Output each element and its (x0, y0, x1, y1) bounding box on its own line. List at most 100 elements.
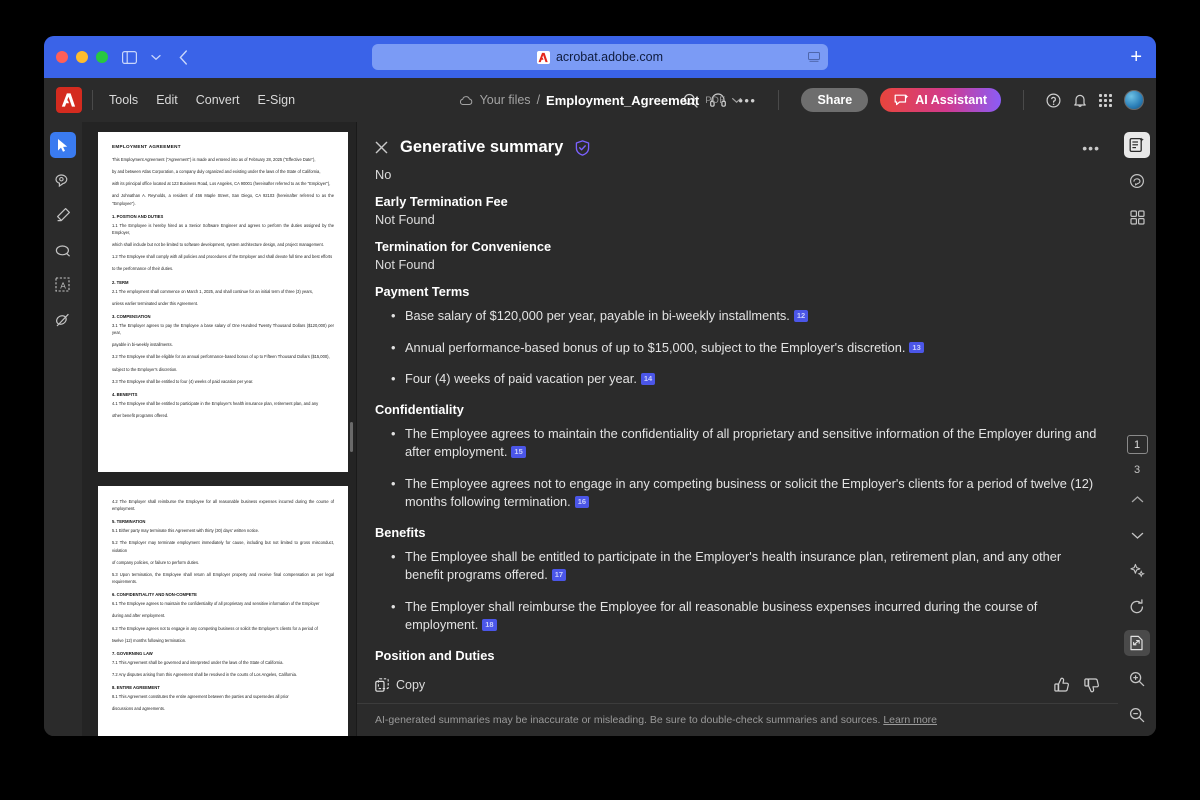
menu-item-tools[interactable]: Tools (109, 93, 138, 107)
document-line: to the performance of their duties. (112, 266, 174, 272)
breadcrumb-root[interactable]: Your files (480, 93, 531, 107)
citation-badge[interactable]: 14 (640, 373, 656, 385)
list-item: The Employee agrees not to engage in any… (375, 475, 1100, 512)
summary-disclaimer: AI-generated summaries may be inaccurate… (357, 703, 1118, 736)
browser-window: acrobat.adobe.com + Tools Edit Convert E… (44, 36, 1156, 736)
document-pane[interactable]: EMPLOYMENT AGREEMENT This Employment Agr… (82, 122, 356, 736)
left-tool-rail: A (44, 122, 82, 736)
current-page-input[interactable]: 1 (1126, 435, 1148, 454)
app-grid-icon[interactable] (1099, 93, 1112, 107)
thumbs-up-icon[interactable] (1054, 677, 1070, 693)
reader-view-icon[interactable] (808, 51, 820, 63)
document-page-1[interactable]: EMPLOYMENT AGREEMENT This Employment Agr… (98, 132, 348, 472)
summary-more-options-icon[interactable]: ••• (1082, 140, 1100, 156)
document-paragraph: and Johnathan A. Reynolds, a resident of… (112, 193, 334, 206)
ai-chat-icon[interactable] (1124, 168, 1150, 194)
chevron-down-icon[interactable] (731, 97, 742, 104)
rotate-icon[interactable] (1124, 594, 1150, 620)
document-line: subject to the Employer's discretion. (112, 366, 178, 372)
citation-badge[interactable]: 18 (482, 619, 497, 632)
thumbs-down-icon[interactable] (1084, 677, 1100, 693)
help-circle-icon[interactable] (1046, 92, 1061, 108)
draw-tool[interactable] (50, 237, 76, 263)
menu-item-convert[interactable]: Convert (196, 93, 240, 107)
fit-page-icon[interactable] (1124, 630, 1150, 656)
zoom-in-icon[interactable] (1124, 666, 1150, 692)
summary-section-label: Payment Terms (375, 284, 470, 299)
menu-item-edit[interactable]: Edit (156, 93, 178, 107)
document-line: which shall include but not be limited t… (112, 242, 324, 248)
toolbar-divider (92, 90, 93, 110)
highlight-tool[interactable] (50, 202, 76, 228)
document-line: 6.2 The Employee agrees not to engage in… (112, 625, 318, 631)
select-tool[interactable] (50, 132, 76, 158)
close-icon[interactable] (375, 141, 388, 154)
document-line: 3.3 The Employee shall be entitled to fo… (112, 378, 254, 384)
user-avatar[interactable] (1124, 90, 1144, 110)
document-line: during and after employment. (112, 613, 166, 619)
list-item: The Employer shall reimburse the Employe… (375, 598, 1100, 635)
document-line: 2.1 The employment shall commence on Mar… (112, 288, 314, 294)
chevron-down-icon[interactable] (1124, 522, 1150, 548)
copy-icon (375, 678, 389, 692)
address-bar-text: acrobat.adobe.com (555, 50, 663, 64)
toolbar-divider-3 (1023, 90, 1024, 110)
app-menu: Tools Edit Convert E-Sign (109, 93, 295, 107)
all-tools-grid-icon[interactable] (1124, 204, 1150, 230)
breadcrumb: Your files / Employment_Agreement PDF (459, 93, 742, 108)
citation-badge[interactable]: 17 (551, 569, 567, 582)
summary-orphan-value: No (375, 167, 392, 182)
feedback-controls (1054, 677, 1100, 693)
document-page-2[interactable]: 4.2 The Employer shall reimburse the Emp… (98, 486, 348, 736)
benefits-list: The Employee shall be entitled to partic… (375, 548, 1100, 635)
citation-badge[interactable]: 16 (574, 496, 590, 509)
document-paragraph: with its principal office located at 123… (112, 181, 331, 187)
list-item-text: Four (4) weeks of paid vacation per year… (405, 371, 637, 387)
minimize-window-button[interactable] (76, 51, 88, 63)
address-bar[interactable]: acrobat.adobe.com (372, 44, 828, 70)
summary-section-label: Early Termination Fee (375, 194, 508, 209)
summary-panel-icon[interactable] (1124, 132, 1150, 158)
document-line: 3.1 The Employer agrees to pay the Emplo… (112, 322, 334, 336)
page-navigation-controls: 1 3 (1124, 435, 1150, 728)
citation-badge[interactable]: 15 (511, 446, 526, 458)
cloud-icon (459, 95, 474, 106)
comment-tool[interactable] (50, 167, 76, 193)
document-line: 4.1 The Employee shall be entitled to pa… (112, 400, 319, 406)
list-item-text: The Employer shall reimburse the Employe… (405, 598, 1038, 633)
sidebar-chevron-down-icon[interactable] (151, 54, 161, 61)
list-item-text: Base salary of $120,000 per year, payabl… (405, 308, 790, 323)
document-line: unless earlier terminated under this Agr… (112, 300, 199, 306)
window-controls[interactable] (56, 51, 108, 63)
text-select-tool[interactable]: A (50, 272, 76, 298)
app-body: A EMPLOYMENT AGREEMENT This Employment A… (44, 122, 1156, 736)
summary-section-label: Confidentiality (375, 401, 464, 417)
svg-text:A: A (60, 280, 66, 290)
list-item: Base salary of $120,000 per year, payabl… (375, 307, 1100, 326)
citation-badge[interactable]: 12 (793, 310, 809, 322)
acrobat-app: Tools Edit Convert E-Sign Your files / E… (44, 78, 1156, 736)
new-tab-button[interactable]: + (1130, 46, 1142, 69)
document-scrollbar[interactable] (350, 422, 353, 452)
ai-assistant-button[interactable]: AI Assistant (880, 88, 1001, 112)
maximize-window-button[interactable] (96, 51, 108, 63)
zoom-out-icon[interactable] (1124, 702, 1150, 728)
sidebar-toggle-icon[interactable] (122, 50, 137, 64)
redact-tool[interactable] (50, 307, 76, 333)
chevron-up-icon[interactable] (1124, 486, 1150, 512)
document-section-heading: 6. CONFIDENTIALITY AND NON-COMPETE (112, 592, 197, 598)
ai-sparkle-icon[interactable] (1124, 558, 1150, 584)
copy-button[interactable]: Copy (375, 678, 425, 692)
payment-terms-list: Base salary of $120,000 per year, payabl… (375, 307, 1100, 389)
citation-badge[interactable]: 13 (909, 341, 924, 354)
close-window-button[interactable] (56, 51, 68, 63)
list-item: Four (4) weeks of paid vacation per year… (375, 370, 1100, 389)
share-button[interactable]: Share (801, 88, 869, 112)
menu-item-esign[interactable]: E-Sign (258, 93, 296, 107)
document-line: 1.1 The Employee is hereby hired as a Se… (112, 222, 334, 235)
learn-more-link[interactable]: Learn more (883, 714, 937, 726)
breadcrumb-filename: Employment_Agreement (546, 92, 700, 108)
total-pages-label: 3 (1133, 464, 1141, 476)
back-chevron-icon[interactable] (179, 49, 188, 65)
bell-icon[interactable] (1073, 93, 1087, 108)
